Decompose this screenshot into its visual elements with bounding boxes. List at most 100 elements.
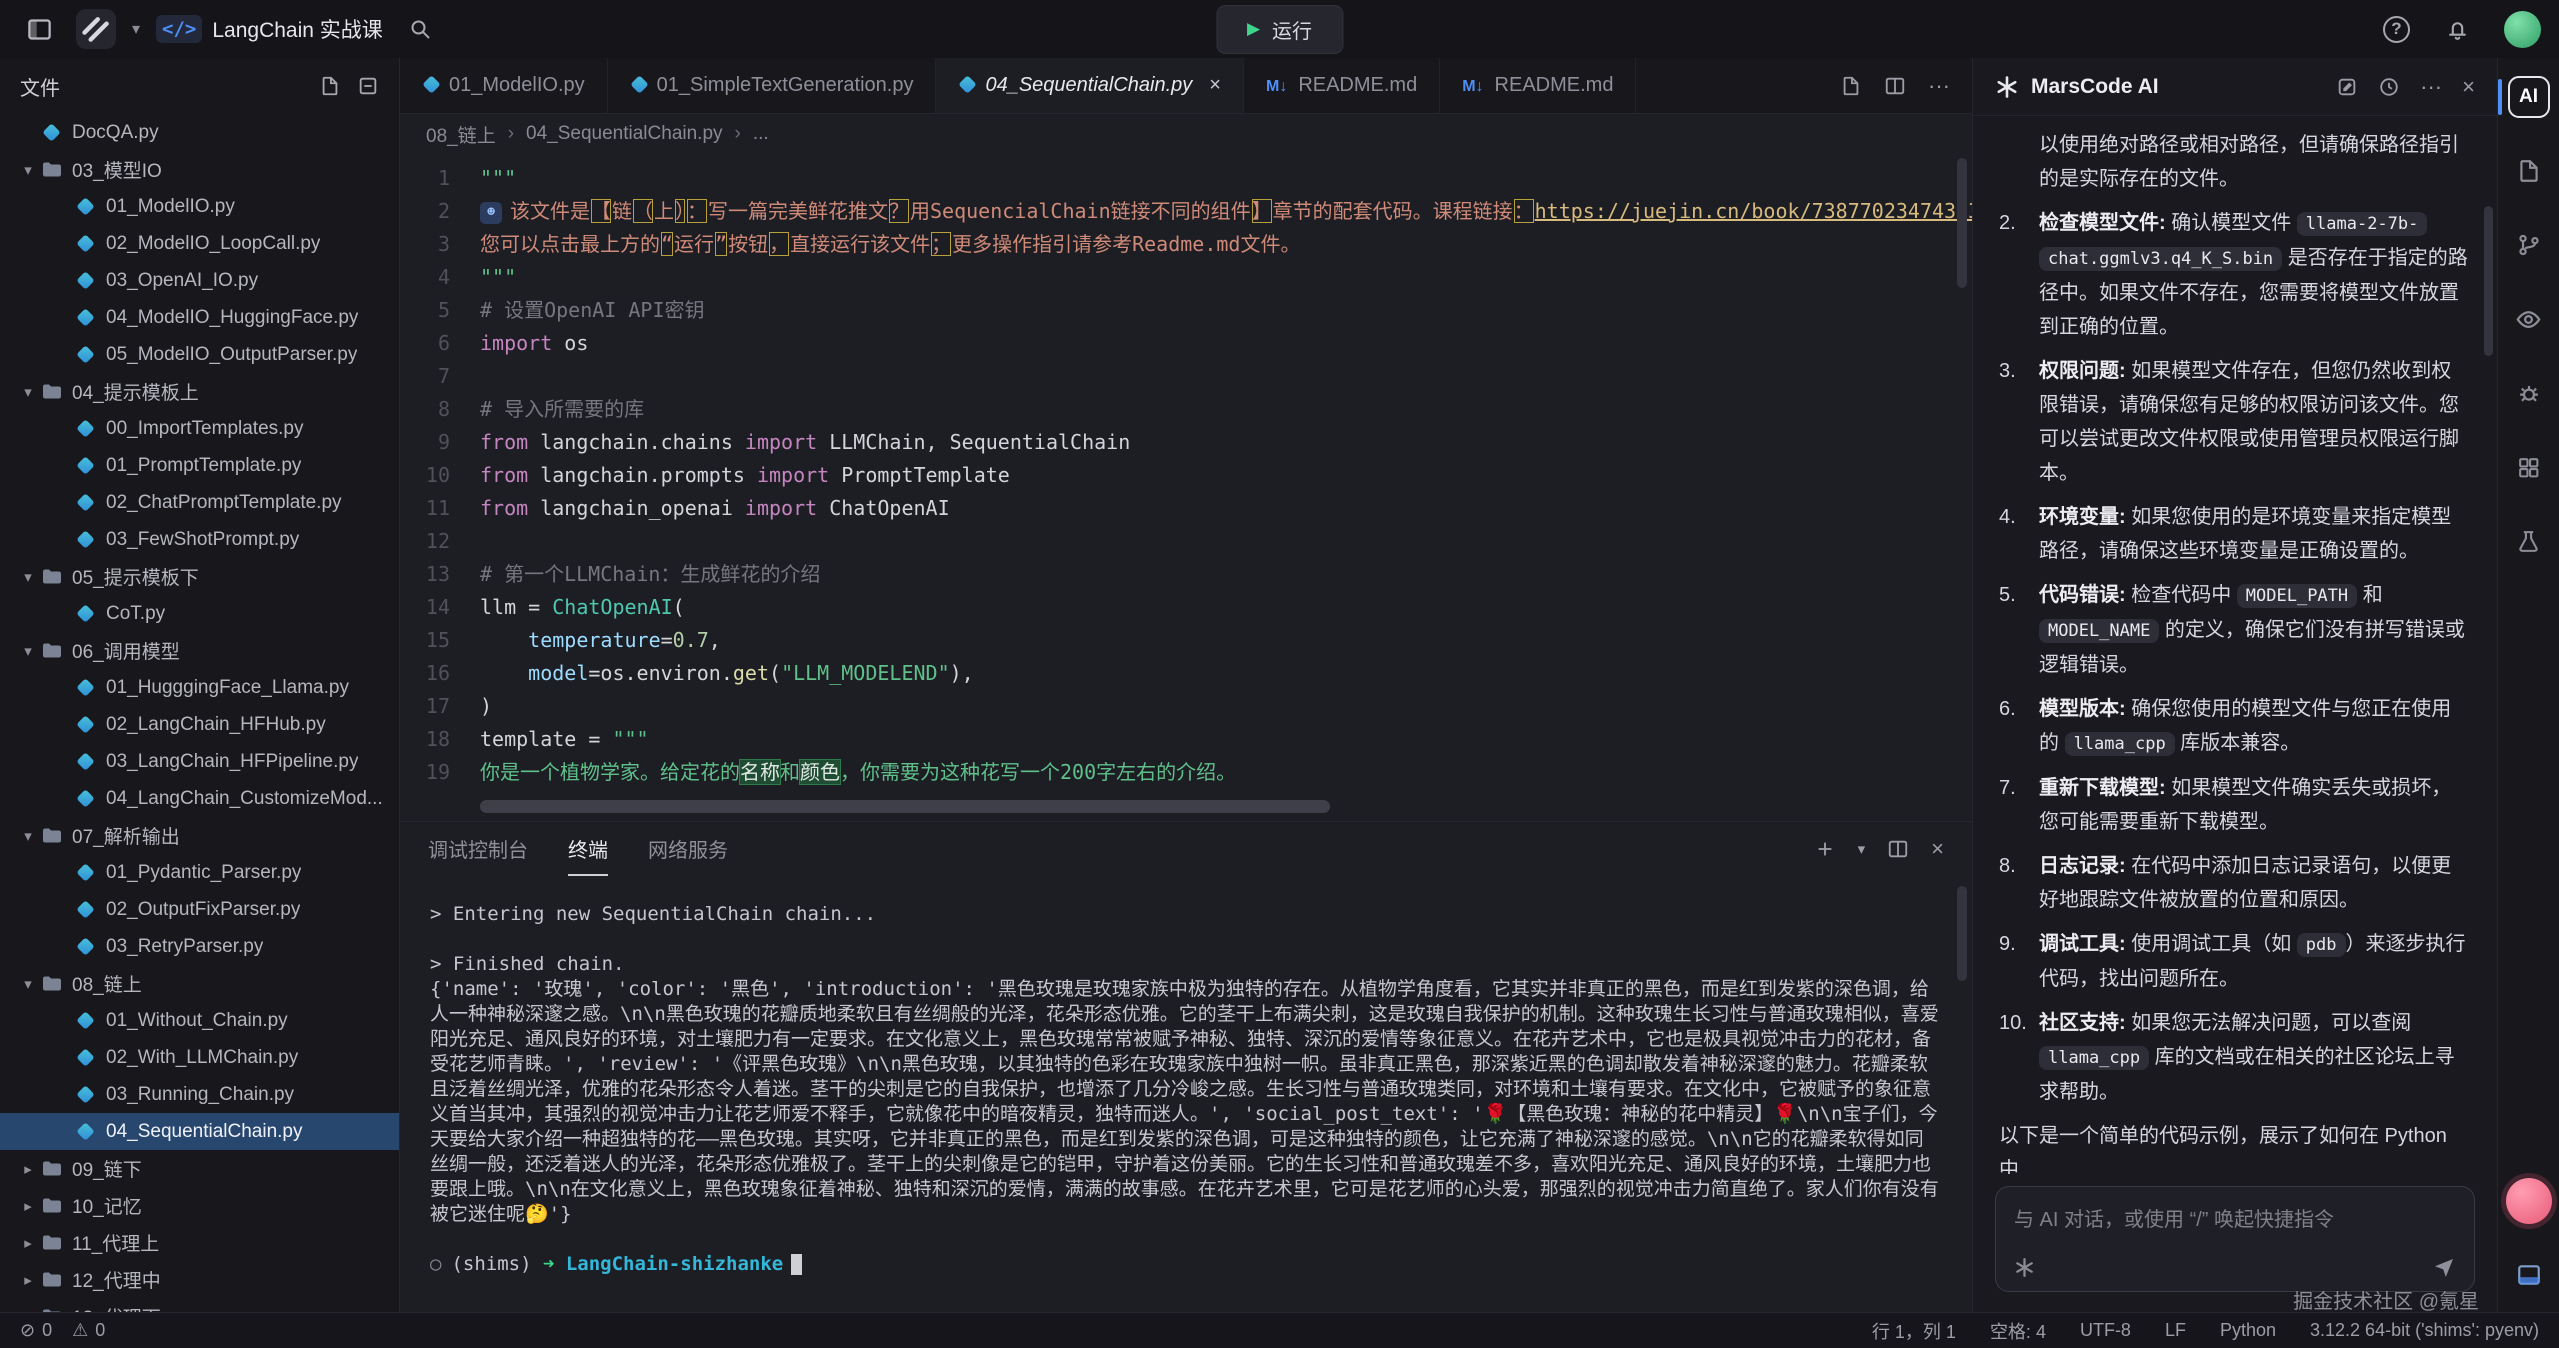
- editor-tab[interactable]: 04_SequentialChain.py×: [936, 58, 1244, 113]
- tree-folder[interactable]: ▸11_代理上: [0, 1224, 399, 1261]
- tree-folder[interactable]: ▸09_链下: [0, 1150, 399, 1187]
- extensions-rail-button[interactable]: [2506, 444, 2552, 490]
- debug-rail-button[interactable]: [2506, 370, 2552, 416]
- cursor-position[interactable]: 行 1，列 1: [1872, 1318, 1956, 1344]
- tree-file[interactable]: 01_Without_Chain.py: [0, 1002, 399, 1039]
- tree-file[interactable]: 04_LangChain_CustomizeMod...: [0, 780, 399, 817]
- editor-vertical-scrollbar[interactable]: [1957, 158, 1967, 288]
- breadcrumb-item[interactable]: 04_SequentialChain.py: [526, 123, 723, 145]
- editor-tab[interactable]: M↓README.md: [1440, 58, 1636, 113]
- logo-chevron-icon[interactable]: ▾: [132, 19, 140, 39]
- language-mode[interactable]: Python: [2220, 1320, 2276, 1341]
- warnings-indicator[interactable]: ⚠0: [72, 1320, 105, 1341]
- indentation[interactable]: 空格: 4: [1990, 1318, 2046, 1344]
- new-file-icon[interactable]: [319, 75, 341, 97]
- more-actions-icon[interactable]: ···: [1928, 73, 1950, 99]
- terminal[interactable]: > Entering new SequentialChain chain... …: [400, 876, 1972, 1312]
- editor-tab[interactable]: 01_ModelIO.py: [400, 58, 608, 113]
- search-button[interactable]: [399, 8, 441, 50]
- new-terminal-icon[interactable]: [1814, 838, 1836, 860]
- preview-rail-button[interactable]: [2506, 296, 2552, 342]
- errors-indicator[interactable]: ⊘0: [20, 1320, 52, 1341]
- tree-file[interactable]: 02_LangChain_HFHub.py: [0, 706, 399, 743]
- help-button[interactable]: ?: [2383, 16, 2410, 43]
- send-icon[interactable]: [2432, 1255, 2456, 1279]
- inline-code-chip: MODEL_NAME: [2039, 619, 2159, 643]
- tree-file[interactable]: 01_HugggingFace_Llama.py: [0, 669, 399, 706]
- app-logo[interactable]: [76, 9, 116, 49]
- editor-tab[interactable]: M↓README.md: [1244, 58, 1440, 113]
- panel-tab[interactable]: 终端: [568, 822, 608, 876]
- tree-folder[interactable]: ▸10_记忆: [0, 1187, 399, 1224]
- panel-tab[interactable]: 调试控制台: [428, 822, 528, 876]
- tree-file[interactable]: 05_ModelIO_OutputParser.py: [0, 336, 399, 373]
- tree-file[interactable]: DocQA.py: [0, 114, 399, 151]
- tree-item-label: 03_OpenAI_IO.py: [106, 270, 258, 292]
- panel-tab[interactable]: 网络服务: [648, 822, 728, 876]
- docs-rail-button[interactable]: [2506, 148, 2552, 194]
- tree-file[interactable]: 02_ModelIO_LoopCall.py: [0, 225, 399, 262]
- open-preview-icon[interactable]: [1840, 75, 1862, 97]
- editor-horizontal-scrollbar[interactable]: [480, 800, 1946, 813]
- run-button[interactable]: ▶ 运行: [1216, 5, 1343, 54]
- terminal-scrollbar[interactable]: [1957, 886, 1967, 981]
- user-avatar[interactable]: [2504, 11, 2541, 48]
- inline-hint-icon[interactable]: ☻: [480, 202, 502, 224]
- tree-file[interactable]: 03_OpenAI_IO.py: [0, 262, 399, 299]
- history-icon[interactable]: [2378, 76, 2400, 98]
- tree-file[interactable]: 04_ModelIO_HuggingFace.py: [0, 299, 399, 336]
- code-editor[interactable]: 1"""2☻该文件是【链（上）：写一篇完美鲜花推文？用SequencialCha…: [400, 154, 1972, 821]
- tree-file[interactable]: 03_LangChain_HFPipeline.py: [0, 743, 399, 780]
- code-line: 12: [400, 525, 1972, 558]
- tree-file[interactable]: 04_SequentialChain.py: [0, 1113, 399, 1150]
- encoding[interactable]: UTF-8: [2080, 1320, 2131, 1341]
- eol[interactable]: LF: [2165, 1320, 2186, 1341]
- tree-file[interactable]: 03_FewShotPrompt.py: [0, 521, 399, 558]
- tree-file[interactable]: 02_With_LLMChain.py: [0, 1039, 399, 1076]
- editor-tab[interactable]: 01_SimpleTextGeneration.py: [608, 58, 937, 113]
- terminal-dropdown-icon[interactable]: ▾: [1858, 840, 1866, 858]
- split-terminal-icon[interactable]: [1887, 838, 1909, 860]
- split-editor-icon[interactable]: [1884, 75, 1906, 97]
- assistant-avatar[interactable]: [2506, 1178, 2552, 1224]
- sidebar-toggle-button[interactable]: [18, 8, 60, 50]
- tree-file[interactable]: 02_ChatPromptTemplate.py: [0, 484, 399, 521]
- breadcrumb-item[interactable]: ...: [753, 123, 769, 145]
- close-icon[interactable]: ×: [1209, 74, 1221, 97]
- tree-file[interactable]: 03_RetryParser.py: [0, 928, 399, 965]
- tree-file[interactable]: 03_Running_Chain.py: [0, 1076, 399, 1113]
- code-line: 2☻该文件是【链（上）：写一篇完美鲜花推文？用SequencialChain链接…: [400, 195, 1972, 228]
- tree-folder[interactable]: ▾05_提示模板下: [0, 558, 399, 595]
- tree-file[interactable]: 02_OutputFixParser.py: [0, 891, 399, 928]
- tree-file[interactable]: CoT.py: [0, 595, 399, 632]
- collapse-explorer-icon[interactable]: [357, 75, 379, 97]
- ai-more-icon[interactable]: ···: [2420, 74, 2442, 100]
- new-chat-icon[interactable]: [2336, 76, 2358, 98]
- tree-folder[interactable]: ▾04_提示模板上: [0, 373, 399, 410]
- panel-toggle-rail-button[interactable]: [2506, 1252, 2552, 1298]
- terminal-prompt[interactable]: ○(shims) ➜ LangChain-shizhanke: [430, 1252, 1942, 1277]
- notifications-button[interactable]: [2436, 8, 2478, 50]
- code-link[interactable]: https://juejin.cn/book/73877023474363945…: [1535, 199, 1972, 223]
- python-interpreter[interactable]: 3.12.2 64-bit ('shims': pyenv): [2310, 1320, 2539, 1341]
- tree-file[interactable]: 00_ImportTemplates.py: [0, 410, 399, 447]
- tree-file[interactable]: 01_PromptTemplate.py: [0, 447, 399, 484]
- ai-close-icon[interactable]: ×: [2462, 74, 2475, 100]
- tree-file[interactable]: 01_Pydantic_Parser.py: [0, 854, 399, 891]
- source-control-rail-button[interactable]: [2506, 222, 2552, 268]
- tree-folder[interactable]: ▸12_代理中: [0, 1261, 399, 1298]
- project-badge[interactable]: </> LangChain 实战课: [156, 14, 383, 44]
- breadcrumb-item[interactable]: 08_链上: [426, 121, 496, 148]
- titlebar-center: ▶ 运行: [1216, 0, 1343, 58]
- ai-scrollbar[interactable]: [2484, 206, 2493, 356]
- tree-folder[interactable]: ▸13_代理下: [0, 1298, 399, 1312]
- tree-file[interactable]: 01_ModelIO.py: [0, 188, 399, 225]
- tree-folder[interactable]: ▾06_调用模型: [0, 632, 399, 669]
- tree-folder[interactable]: ▾08_链上: [0, 965, 399, 1002]
- ai-rail-button[interactable]: AI: [2506, 74, 2552, 120]
- tree-folder[interactable]: ▾07_解析输出: [0, 817, 399, 854]
- ai-chat-input[interactable]: 与 AI 对话，或使用 “/” 唤起快捷指令: [1995, 1186, 2475, 1292]
- close-panel-icon[interactable]: ×: [1931, 836, 1944, 862]
- tree-folder[interactable]: ▾03_模型IO: [0, 151, 399, 188]
- tests-rail-button[interactable]: [2506, 518, 2552, 564]
